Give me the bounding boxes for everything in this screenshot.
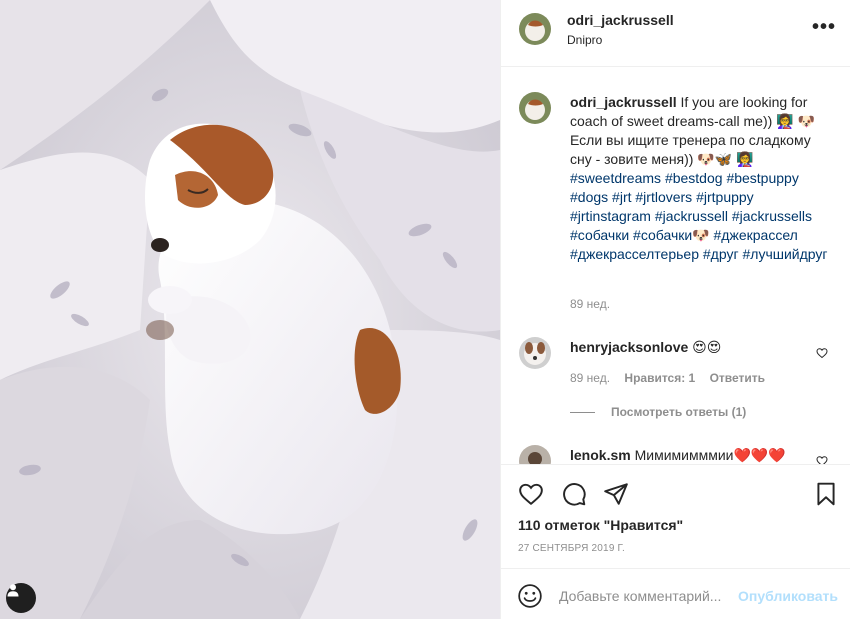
post-date[interactable]: 27 СЕНТЯБРЯ 2019 Г. xyxy=(518,543,625,554)
post-actions: 110 отметок "Нравится" 27 СЕНТЯБРЯ 2019 … xyxy=(501,464,850,564)
comment-icon[interactable] xyxy=(561,481,587,507)
post-side-panel: odri_jackrussell Dnipro ••• odri_jackrus… xyxy=(500,0,850,619)
comment-username[interactable]: henryjacksonlove xyxy=(570,339,688,355)
view-replies-button[interactable]: Посмотреть ответы (1) xyxy=(570,405,746,419)
caption-text: odri_jackrussell If you are looking for … xyxy=(570,93,832,264)
post-header: odri_jackrussell Dnipro ••• xyxy=(501,0,850,67)
hashtag-link[interactable]: #джекрасселтерьер xyxy=(570,246,699,262)
hashtag-link[interactable]: #собачки🐶 xyxy=(633,227,710,243)
hashtag-link[interactable]: #sweetdreams xyxy=(570,170,661,186)
hashtag-link[interactable]: #jrt xyxy=(612,189,631,205)
comment-username[interactable]: lenok.sm xyxy=(570,447,631,463)
comment-text: lenok.sm Мимимимммии❤️❤️❤️ xyxy=(570,447,786,464)
commenter-avatar[interactable] xyxy=(519,337,551,369)
commenter-avatar-image xyxy=(519,337,551,369)
hashtag-link[interactable]: #джекрассел xyxy=(714,227,798,243)
author-avatar-image xyxy=(519,13,551,45)
hashtag-link[interactable]: #друг xyxy=(703,246,739,262)
commenter-avatar[interactable] xyxy=(519,445,551,464)
commenter-avatar-image xyxy=(519,445,551,464)
hashtag-link[interactable]: #jrtinstagram xyxy=(570,208,651,224)
comment-time[interactable]: 89 нед. xyxy=(570,371,610,385)
replies-divider xyxy=(570,411,595,413)
hashtag-link[interactable]: #jrtpuppy xyxy=(696,189,754,205)
hashtag-link[interactable]: #jrtlovers xyxy=(635,189,692,205)
comments-list[interactable]: odri_jackrussell If you are looking for … xyxy=(501,67,850,464)
comment-meta: 89 нед. Нравится: 1 Ответить xyxy=(570,371,776,385)
caption-username[interactable]: odri_jackrussell xyxy=(570,94,677,110)
comment-body: 😍😍 xyxy=(692,339,722,355)
heart-icon[interactable] xyxy=(518,481,544,507)
comment-text: henryjacksonlove 😍😍 xyxy=(570,339,721,356)
user-tag-button[interactable] xyxy=(6,583,36,613)
hashtag-link[interactable]: #jackrussells xyxy=(732,208,812,224)
comment-like-heart-icon[interactable] xyxy=(816,347,828,359)
hashtag-link[interactable]: #собачки xyxy=(570,227,629,243)
author-username[interactable]: odri_jackrussell xyxy=(567,12,674,28)
comment-body: Мимимимммии❤️❤️❤️ xyxy=(634,447,786,463)
hashtag-link[interactable]: #bestdog xyxy=(665,170,723,186)
caption-avatar[interactable] xyxy=(519,92,551,124)
view-replies-label: Посмотреть ответы (1) xyxy=(611,405,747,419)
hashtag-link[interactable]: #jackrussell xyxy=(655,208,728,224)
hashtag-link[interactable]: #dogs xyxy=(570,189,608,205)
likes-count[interactable]: 110 отметок "Нравится" xyxy=(518,517,683,533)
reply-button[interactable]: Ответить xyxy=(710,371,765,385)
dog-sleeping-in-blanket-image xyxy=(0,0,500,619)
more-options-icon[interactable]: ••• xyxy=(812,17,836,37)
post-modal: odri_jackrussell Dnipro ••• odri_jackrus… xyxy=(0,0,850,619)
caption-avatar-image xyxy=(519,92,551,124)
caption-time[interactable]: 89 нед. xyxy=(570,297,610,311)
smiley-icon[interactable] xyxy=(517,583,543,609)
comment-input[interactable] xyxy=(559,584,735,608)
paper-plane-icon[interactable] xyxy=(603,481,629,507)
bookmark-icon[interactable] xyxy=(813,481,839,507)
post-photo[interactable] xyxy=(0,0,500,619)
comment-likes[interactable]: Нравится: 1 xyxy=(624,371,695,385)
hashtag-list: #sweetdreams #bestdog #bestpuppy #dogs #… xyxy=(570,170,828,262)
user-tag-icon xyxy=(7,584,19,597)
hashtag-link[interactable]: #лучшийдруг xyxy=(742,246,827,262)
publish-button[interactable]: Опубликовать xyxy=(738,588,838,604)
post-location[interactable]: Dnipro xyxy=(567,33,602,47)
hashtag-link[interactable]: #bestpuppy xyxy=(726,170,798,186)
author-avatar[interactable] xyxy=(519,13,551,45)
add-comment-bar: Опубликовать xyxy=(501,568,850,619)
comment-like-heart-icon[interactable] xyxy=(816,455,828,464)
